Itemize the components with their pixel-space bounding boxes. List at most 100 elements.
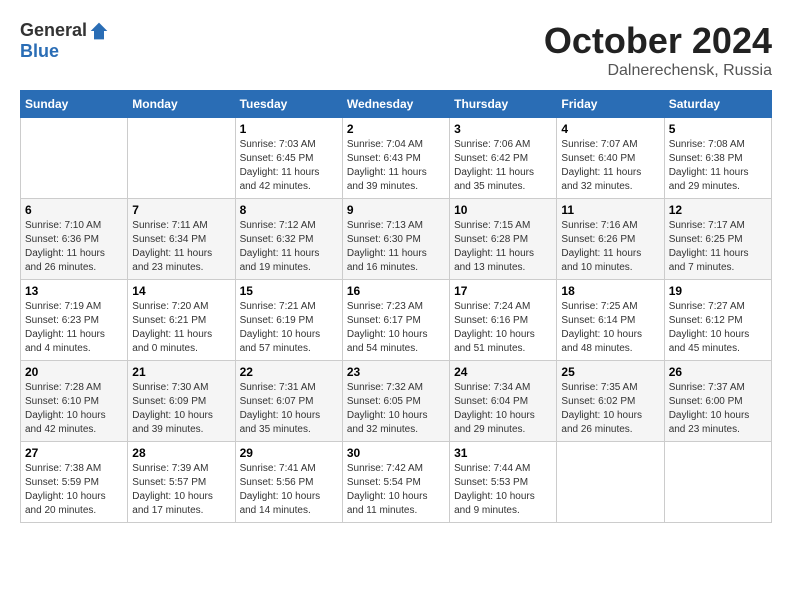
day-number: 16 bbox=[347, 284, 445, 298]
day-number: 12 bbox=[669, 203, 767, 217]
calendar-cell bbox=[557, 442, 664, 523]
day-detail: Sunrise: 7:34 AMSunset: 6:04 PMDaylight:… bbox=[454, 381, 552, 437]
calendar-cell: 21 Sunrise: 7:30 AMSunset: 6:09 PMDayligh… bbox=[128, 361, 235, 442]
day-header: Sunday bbox=[21, 91, 128, 118]
calendar-cell: 25 Sunrise: 7:35 AMSunset: 6:02 PMDayligh… bbox=[557, 361, 664, 442]
calendar-cell: 23Sunrise: 7:32 AMSunset: 6:05 PMDayligh… bbox=[342, 361, 449, 442]
day-header: Wednesday bbox=[342, 91, 449, 118]
calendar-cell: 13 Sunrise: 7:19 AMSunset: 6:23 PMDayligh… bbox=[21, 280, 128, 361]
day-detail: Sunrise: 7:24 AMSunset: 6:16 PMDaylight:… bbox=[454, 300, 552, 356]
day-number: 20 bbox=[25, 365, 123, 379]
calendar-cell: 11 Sunrise: 7:16 AMSunset: 6:26 PMDayligh… bbox=[557, 199, 664, 280]
logo-blue-text: Blue bbox=[20, 41, 59, 62]
calendar-table: SundayMondayTuesdayWednesdayThursdayFrid… bbox=[20, 90, 772, 523]
calendar-week-row: 1 Sunrise: 7:03 AMSunset: 6:45 PMDaylight… bbox=[21, 118, 772, 199]
day-number: 5 bbox=[669, 122, 767, 136]
calendar-cell: 1 Sunrise: 7:03 AMSunset: 6:45 PMDaylight… bbox=[235, 118, 342, 199]
day-number: 24 bbox=[454, 365, 552, 379]
day-number: 15 bbox=[240, 284, 338, 298]
calendar-cell: 31 Sunrise: 7:44 AMSunset: 5:53 PMDayligh… bbox=[450, 442, 557, 523]
calendar-cell: 16 Sunrise: 7:23 AMSunset: 6:17 PMDayligh… bbox=[342, 280, 449, 361]
day-detail: Sunrise: 7:19 AMSunset: 6:23 PMDaylight:… bbox=[25, 300, 123, 356]
calendar-week-row: 6Sunrise: 7:10 AMSunset: 6:36 PMDaylight… bbox=[21, 199, 772, 280]
calendar-cell: 12 Sunrise: 7:17 AMSunset: 6:25 PMDayligh… bbox=[664, 199, 771, 280]
calendar-cell bbox=[21, 118, 128, 199]
day-detail: Sunrise: 7:23 AMSunset: 6:17 PMDaylight:… bbox=[347, 300, 445, 356]
day-detail: Sunrise: 7:13 AMSunset: 6:30 PMDaylight:… bbox=[347, 219, 445, 275]
day-header: Thursday bbox=[450, 91, 557, 118]
day-number: 2 bbox=[347, 122, 445, 136]
day-detail: Sunrise: 7:15 AMSunset: 6:28 PMDaylight:… bbox=[454, 219, 552, 275]
day-number: 9 bbox=[347, 203, 445, 217]
calendar-cell: 8Sunrise: 7:12 AMSunset: 6:32 PMDaylight… bbox=[235, 199, 342, 280]
calendar-cell: 29Sunrise: 7:41 AMSunset: 5:56 PMDayligh… bbox=[235, 442, 342, 523]
calendar-week-row: 27Sunrise: 7:38 AMSunset: 5:59 PMDayligh… bbox=[21, 442, 772, 523]
calendar-cell: 22 Sunrise: 7:31 AMSunset: 6:07 PMDayligh… bbox=[235, 361, 342, 442]
day-header: Saturday bbox=[664, 91, 771, 118]
calendar-cell: 27Sunrise: 7:38 AMSunset: 5:59 PMDayligh… bbox=[21, 442, 128, 523]
day-detail: Sunrise: 7:39 AMSunset: 5:57 PMDaylight:… bbox=[132, 462, 230, 518]
day-number: 11 bbox=[561, 203, 659, 217]
day-detail: Sunrise: 7:31 AMSunset: 6:07 PMDaylight:… bbox=[240, 381, 338, 437]
calendar-cell: 14 Sunrise: 7:20 AMSunset: 6:21 PMDayligh… bbox=[128, 280, 235, 361]
calendar-cell: 24 Sunrise: 7:34 AMSunset: 6:04 PMDayligh… bbox=[450, 361, 557, 442]
day-number: 19 bbox=[669, 284, 767, 298]
calendar-cell: 28Sunrise: 7:39 AMSunset: 5:57 PMDayligh… bbox=[128, 442, 235, 523]
calendar-cell: 6Sunrise: 7:10 AMSunset: 6:36 PMDaylight… bbox=[21, 199, 128, 280]
day-number: 30 bbox=[347, 446, 445, 460]
day-detail: Sunrise: 7:42 AMSunset: 5:54 PMDaylight:… bbox=[347, 462, 445, 518]
day-header: Friday bbox=[557, 91, 664, 118]
logo-icon bbox=[89, 21, 109, 41]
day-number: 14 bbox=[132, 284, 230, 298]
day-detail: Sunrise: 7:37 AMSunset: 6:00 PMDaylight:… bbox=[669, 381, 767, 437]
day-number: 13 bbox=[25, 284, 123, 298]
calendar-cell bbox=[128, 118, 235, 199]
day-detail: Sunrise: 7:38 AMSunset: 5:59 PMDaylight:… bbox=[25, 462, 123, 518]
calendar-cell bbox=[664, 442, 771, 523]
day-detail: Sunrise: 7:03 AMSunset: 6:45 PMDaylight:… bbox=[240, 138, 338, 194]
day-detail: Sunrise: 7:10 AMSunset: 6:36 PMDaylight:… bbox=[25, 219, 123, 275]
calendar-cell: 10 Sunrise: 7:15 AMSunset: 6:28 PMDayligh… bbox=[450, 199, 557, 280]
calendar-cell: 4 Sunrise: 7:07 AMSunset: 6:40 PMDaylight… bbox=[557, 118, 664, 199]
day-number: 18 bbox=[561, 284, 659, 298]
calendar-cell: 5 Sunrise: 7:08 AMSunset: 6:38 PMDaylight… bbox=[664, 118, 771, 199]
day-header: Monday bbox=[128, 91, 235, 118]
day-detail: Sunrise: 7:25 AMSunset: 6:14 PMDaylight:… bbox=[561, 300, 659, 356]
day-number: 25 bbox=[561, 365, 659, 379]
month-title: October 2024 bbox=[544, 20, 772, 62]
day-number: 31 bbox=[454, 446, 552, 460]
day-detail: Sunrise: 7:17 AMSunset: 6:25 PMDaylight:… bbox=[669, 219, 767, 275]
day-detail: Sunrise: 7:20 AMSunset: 6:21 PMDaylight:… bbox=[132, 300, 230, 356]
day-number: 4 bbox=[561, 122, 659, 136]
day-detail: Sunrise: 7:16 AMSunset: 6:26 PMDaylight:… bbox=[561, 219, 659, 275]
calendar-cell: 3 Sunrise: 7:06 AMSunset: 6:42 PMDaylight… bbox=[450, 118, 557, 199]
day-detail: Sunrise: 7:30 AMSunset: 6:09 PMDaylight:… bbox=[132, 381, 230, 437]
calendar-cell: 18 Sunrise: 7:25 AMSunset: 6:14 PMDayligh… bbox=[557, 280, 664, 361]
logo: General Blue bbox=[20, 20, 109, 62]
day-detail: Sunrise: 7:11 AMSunset: 6:34 PMDaylight:… bbox=[132, 219, 230, 275]
title-block: October 2024 Dalnerechensk, Russia bbox=[544, 20, 772, 80]
day-number: 10 bbox=[454, 203, 552, 217]
header-row: SundayMondayTuesdayWednesdayThursdayFrid… bbox=[21, 91, 772, 118]
day-detail: Sunrise: 7:08 AMSunset: 6:38 PMDaylight:… bbox=[669, 138, 767, 194]
calendar-cell: 17 Sunrise: 7:24 AMSunset: 6:16 PMDayligh… bbox=[450, 280, 557, 361]
day-number: 21 bbox=[132, 365, 230, 379]
day-number: 8 bbox=[240, 203, 338, 217]
location: Dalnerechensk, Russia bbox=[544, 62, 772, 80]
page-header: General Blue October 2024 Dalnerechensk,… bbox=[20, 20, 772, 80]
day-detail: Sunrise: 7:35 AMSunset: 6:02 PMDaylight:… bbox=[561, 381, 659, 437]
calendar-cell: 15 Sunrise: 7:21 AMSunset: 6:19 PMDayligh… bbox=[235, 280, 342, 361]
day-detail: Sunrise: 7:21 AMSunset: 6:19 PMDaylight:… bbox=[240, 300, 338, 356]
calendar-cell: 26Sunrise: 7:37 AMSunset: 6:00 PMDayligh… bbox=[664, 361, 771, 442]
day-number: 22 bbox=[240, 365, 338, 379]
day-detail: Sunrise: 7:06 AMSunset: 6:42 PMDaylight:… bbox=[454, 138, 552, 194]
day-detail: Sunrise: 7:28 AMSunset: 6:10 PMDaylight:… bbox=[25, 381, 123, 437]
day-detail: Sunrise: 7:44 AMSunset: 5:53 PMDaylight:… bbox=[454, 462, 552, 518]
day-detail: Sunrise: 7:07 AMSunset: 6:40 PMDaylight:… bbox=[561, 138, 659, 194]
day-number: 3 bbox=[454, 122, 552, 136]
day-number: 1 bbox=[240, 122, 338, 136]
day-detail: Sunrise: 7:27 AMSunset: 6:12 PMDaylight:… bbox=[669, 300, 767, 356]
day-number: 17 bbox=[454, 284, 552, 298]
day-header: Tuesday bbox=[235, 91, 342, 118]
day-detail: Sunrise: 7:04 AMSunset: 6:43 PMDaylight:… bbox=[347, 138, 445, 194]
